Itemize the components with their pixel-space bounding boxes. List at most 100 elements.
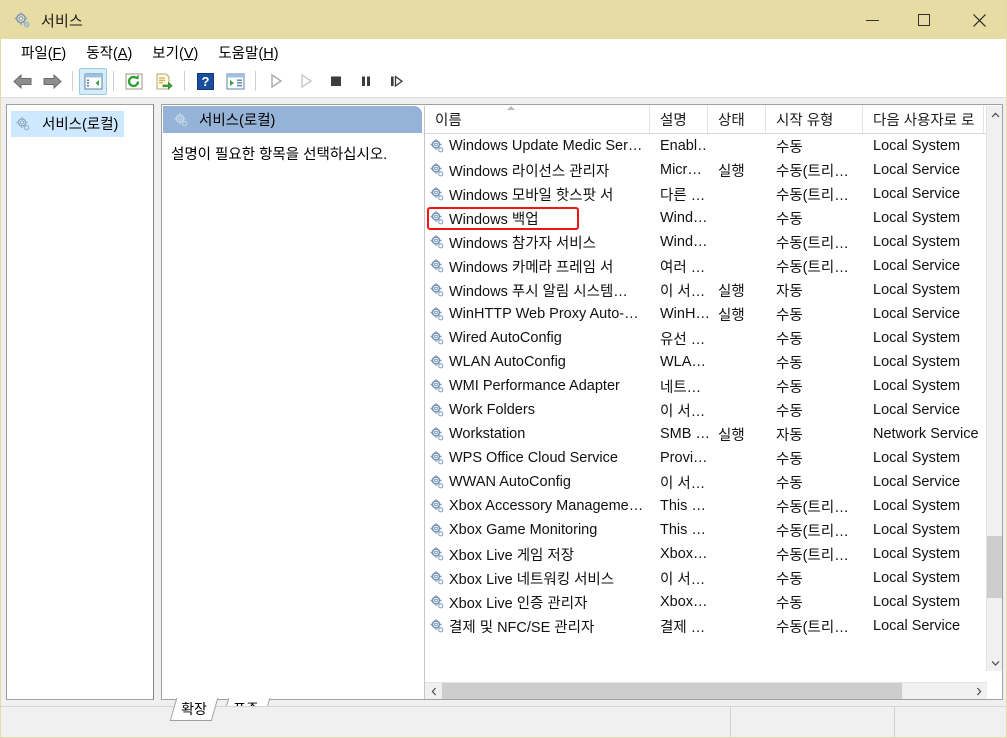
column-header-label: 이름 bbox=[435, 109, 462, 130]
cell-startup: 수동(트리… bbox=[766, 614, 863, 638]
table-row[interactable]: WorkstationSMB …실행자동Network Service bbox=[425, 422, 1003, 446]
cell-status bbox=[708, 230, 766, 254]
cell-desc: 결제 … bbox=[650, 614, 708, 638]
maximize-icon bbox=[918, 14, 930, 26]
refresh-button[interactable] bbox=[120, 68, 148, 95]
cell-text: Local System bbox=[873, 498, 960, 514]
service-gear-icon bbox=[429, 306, 445, 322]
cell-name: WinHTTP Web Proxy Auto-… bbox=[425, 302, 650, 326]
cell-text: 수동(트리… bbox=[776, 184, 849, 205]
cell-text: Windows 라이선스 관리자 bbox=[449, 160, 609, 181]
cell-status bbox=[708, 494, 766, 518]
cell-text: 실행 bbox=[718, 304, 745, 325]
resume-service-button[interactable] bbox=[382, 68, 410, 95]
back-button[interactable] bbox=[8, 68, 36, 95]
scroll-down-button[interactable] bbox=[987, 654, 1003, 671]
cell-text: 실행 bbox=[718, 424, 745, 445]
scroll-left-button[interactable] bbox=[425, 683, 442, 700]
table-row[interactable]: Windows Update Medic Ser…Enabl…수동Local S… bbox=[425, 134, 1003, 158]
cell-startup: 수동 bbox=[766, 374, 863, 398]
list-vertical-scrollbar[interactable] bbox=[986, 106, 1003, 671]
help-button[interactable]: ? bbox=[191, 68, 219, 95]
column-header-startup[interactable]: 시작 유형 bbox=[766, 105, 863, 133]
list-horizontal-scrollbar[interactable] bbox=[425, 682, 987, 699]
cell-startup: 수동 bbox=[766, 206, 863, 230]
table-row[interactable]: Xbox Live 네트워킹 서비스이 서…수동Local System bbox=[425, 566, 1003, 590]
export-list-button[interactable] bbox=[150, 68, 178, 95]
cell-text: Local System bbox=[873, 570, 960, 586]
table-row[interactable]: Xbox Live 게임 저장Xbox…수동(트리…Local System bbox=[425, 542, 1003, 566]
start-service-button[interactable] bbox=[262, 68, 290, 95]
cell-startup: 수동(트리… bbox=[766, 518, 863, 542]
cell-status bbox=[708, 542, 766, 566]
table-row[interactable]: WLAN AutoConfigWLA…수동Local System bbox=[425, 350, 1003, 374]
restart-service-button[interactable] bbox=[292, 68, 320, 95]
stop-service-button[interactable] bbox=[322, 68, 350, 95]
horizontal-scroll-track[interactable] bbox=[442, 683, 970, 700]
show-hide-tree-button[interactable] bbox=[79, 68, 107, 95]
service-gear-icon bbox=[429, 186, 445, 202]
table-row[interactable]: WMI Performance Adapter네트…수동Local System bbox=[425, 374, 1003, 398]
action-pane-icon bbox=[226, 73, 245, 90]
cell-text: WWAN AutoConfig bbox=[449, 474, 571, 490]
horizontal-scroll-thumb[interactable] bbox=[442, 683, 902, 700]
table-row[interactable]: Windows 카메라 프레임 서여러 …수동(트리…Local Service bbox=[425, 254, 1003, 278]
scroll-up-button[interactable] bbox=[987, 106, 1003, 123]
menu-accel: (H) bbox=[258, 46, 278, 62]
minimize-button[interactable] bbox=[846, 1, 898, 39]
menu-help[interactable]: 도움말(H) bbox=[208, 40, 288, 65]
cell-startup: 수동 bbox=[766, 470, 863, 494]
forward-button[interactable] bbox=[38, 68, 66, 95]
table-row[interactable]: 결제 및 NFC/SE 관리자결제 …수동(트리…Local Service bbox=[425, 614, 1003, 638]
show-action-pane-button[interactable] bbox=[221, 68, 249, 95]
table-row[interactable]: Work Folders이 서…수동Local Service bbox=[425, 398, 1003, 422]
table-row[interactable]: Wired AutoConfig유선 …수동Local System bbox=[425, 326, 1003, 350]
table-row[interactable]: WWAN AutoConfig이 서…수동Local Service bbox=[425, 470, 1003, 494]
window-controls bbox=[846, 1, 1007, 39]
scroll-right-button[interactable] bbox=[970, 683, 987, 700]
menu-file[interactable]: 파일(F) bbox=[11, 40, 76, 65]
tab-extended[interactable]: 확장 bbox=[170, 698, 218, 721]
cell-text: Local System bbox=[873, 594, 960, 610]
column-header-logon_as[interactable]: 다음 사용자로 로 bbox=[863, 105, 984, 133]
cell-text: Xbox Live 인증 관리자 bbox=[449, 592, 587, 613]
close-button[interactable] bbox=[950, 1, 1007, 39]
maximize-button[interactable] bbox=[898, 1, 950, 39]
column-header-name[interactable]: 이름 bbox=[425, 105, 650, 133]
menu-action[interactable]: 동작(A) bbox=[76, 40, 142, 65]
table-row[interactable]: WPS Office Cloud ServiceProvi…수동Local Sy… bbox=[425, 446, 1003, 470]
stop-square-icon bbox=[328, 73, 344, 89]
vertical-scroll-thumb[interactable] bbox=[987, 536, 1003, 598]
menu-view[interactable]: 보기(V) bbox=[142, 40, 208, 65]
cell-name: Xbox Live 네트워킹 서비스 bbox=[425, 566, 650, 590]
cell-status bbox=[708, 374, 766, 398]
cell-text: 여러 … bbox=[660, 256, 705, 277]
column-header-status[interactable]: 상태 bbox=[708, 105, 766, 133]
table-row[interactable]: Windows 모바일 핫스팟 서다른 …수동(트리…Local Service bbox=[425, 182, 1003, 206]
cell-status bbox=[708, 446, 766, 470]
refresh-icon bbox=[125, 73, 143, 90]
cell-status bbox=[708, 470, 766, 494]
tree-node-services-local[interactable]: 서비스(로컬) bbox=[11, 111, 124, 137]
table-row[interactable]: Windows 푸시 알림 시스템…이 서…실행자동Local System bbox=[425, 278, 1003, 302]
table-row[interactable]: Windows 참가자 서비스Wind…수동(트리…Local System bbox=[425, 230, 1003, 254]
pause-service-button[interactable] bbox=[352, 68, 380, 95]
status-divider-2 bbox=[894, 707, 895, 738]
cell-text: 자동 bbox=[776, 424, 803, 445]
cell-startup: 자동 bbox=[766, 278, 863, 302]
cell-status bbox=[708, 254, 766, 278]
cell-name: Wired AutoConfig bbox=[425, 326, 650, 350]
pause-icon bbox=[358, 73, 374, 89]
table-row[interactable]: Xbox Game MonitoringThis …수동(트리…Local Sy… bbox=[425, 518, 1003, 542]
tab-label: 확장 bbox=[181, 699, 207, 719]
table-row[interactable]: Windows 백업Wind…수동Local System bbox=[425, 206, 1003, 230]
table-row[interactable]: Xbox Accessory Manageme…This …수동(트리…Loca… bbox=[425, 494, 1003, 518]
cell-desc: SMB … bbox=[650, 422, 708, 446]
table-row[interactable]: Xbox Live 인증 관리자Xbox…수동Local System bbox=[425, 590, 1003, 614]
cell-text: 다른 … bbox=[660, 184, 705, 205]
column-header-desc[interactable]: 설명 bbox=[650, 105, 708, 133]
service-gear-icon bbox=[429, 138, 445, 154]
table-row[interactable]: WinHTTP Web Proxy Auto-…WinH…실행수동Local S… bbox=[425, 302, 1003, 326]
table-row[interactable]: Windows 라이선스 관리자Micr…실행수동(트리…Local Servi… bbox=[425, 158, 1003, 182]
cell-status: 실행 bbox=[708, 158, 766, 182]
